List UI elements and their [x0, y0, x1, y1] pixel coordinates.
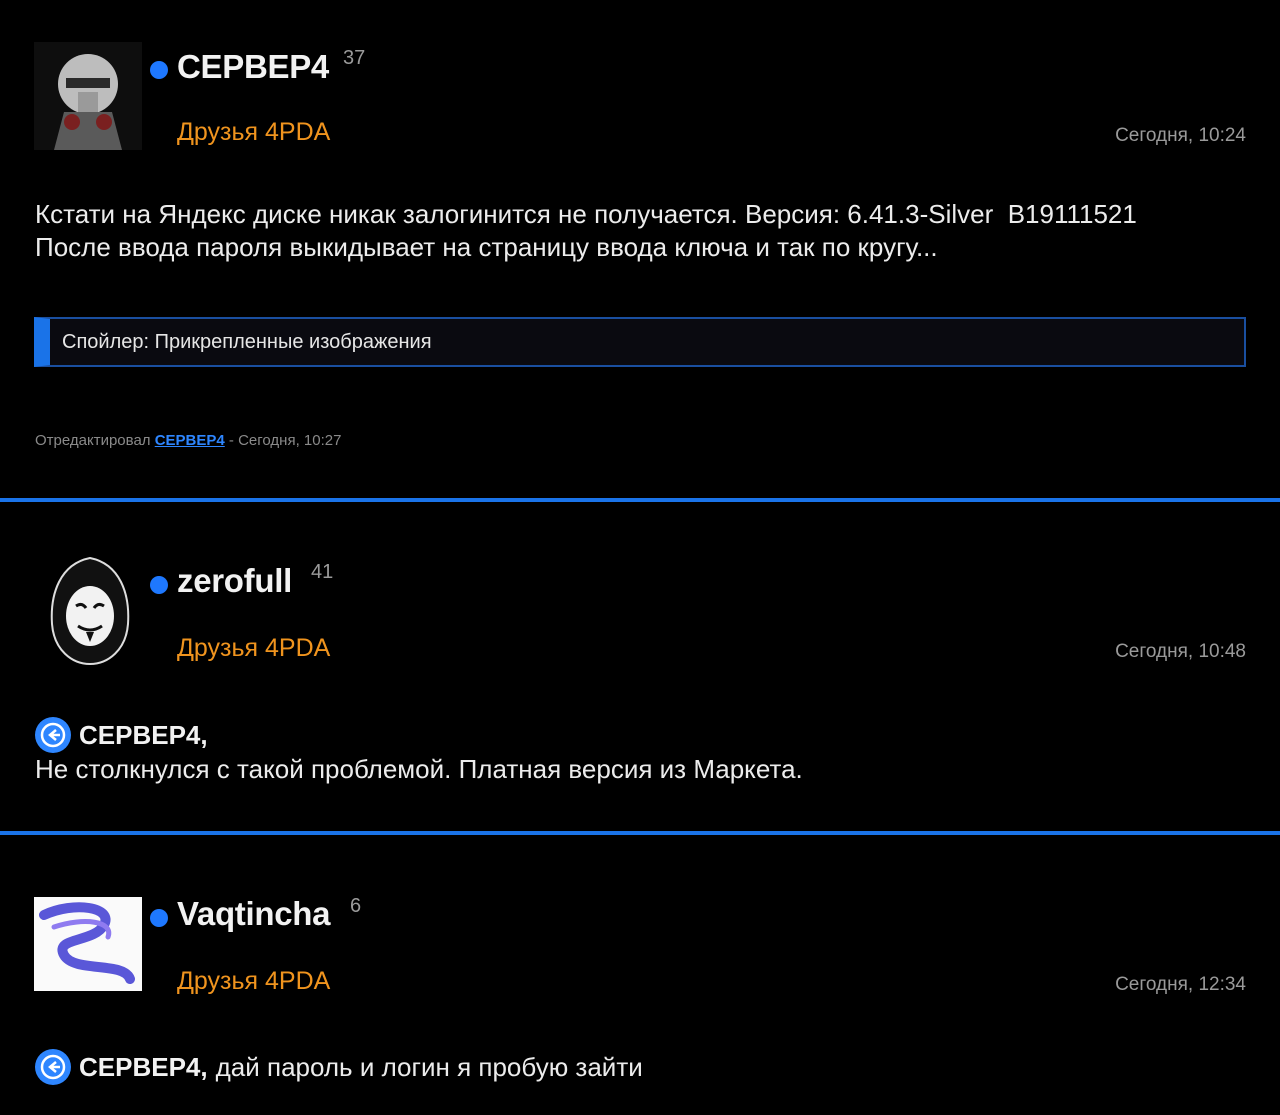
post-date: Сегодня, 10:24 — [1115, 125, 1246, 146]
reply-to-name[interactable]: СЕРВЕР4, — [79, 720, 208, 751]
reply-to-name[interactable]: СЕРВЕР4, — [79, 1052, 208, 1083]
post-date: Сегодня, 10:48 — [1115, 641, 1246, 662]
post-text: Не столкнулся с такой проблемой. Платная… — [35, 754, 803, 784]
anonymous-mask-avatar-icon — [50, 556, 130, 666]
spoiler-label: Спойлер: Прикрепленные изображения — [62, 331, 432, 353]
reply-mention[interactable]: СЕРВЕР4, — [35, 717, 208, 753]
author-name[interactable]: zerofull — [177, 562, 292, 600]
post-date: Сегодня, 12:34 — [1115, 974, 1246, 995]
avatar[interactable] — [34, 897, 142, 991]
author-name[interactable]: Vaqtincha — [177, 895, 330, 933]
post-text: Кстати на Яндекс диске никак залогинится… — [35, 199, 1137, 262]
author-name[interactable]: СЕРВЕР4 — [177, 48, 329, 86]
robot-helmet-avatar-icon — [34, 42, 142, 150]
edited-prefix: Отредактировал — [35, 432, 151, 449]
online-status-dot — [150, 576, 168, 594]
spoiler-toggle[interactable]: Спойлер: Прикрепленные изображения — [34, 317, 1246, 367]
reply-mention[interactable]: СЕРВЕР4, дай пароль и логин я пробую зай… — [35, 1049, 643, 1085]
post: Vaqtincha 6 Друзья 4PDA Сегодня, 12:34 С… — [0, 835, 1280, 1115]
purple-swirl-avatar-icon — [34, 897, 142, 991]
topic-page: СЕРВЕР4 37 Друзья 4PDA Сегодня, 10:24 Кс… — [0, 0, 1280, 1115]
online-status-dot — [150, 61, 168, 79]
reply-arrow-icon — [35, 717, 71, 753]
post-text: дай пароль и логин я пробую зайти — [215, 1051, 643, 1082]
user-group: Друзья 4PDA — [177, 967, 331, 995]
user-group: Друзья 4PDA — [177, 118, 331, 146]
reputation-count[interactable]: 41 — [311, 561, 333, 584]
reputation-count[interactable]: 37 — [343, 47, 365, 70]
avatar[interactable] — [46, 554, 134, 666]
avatar[interactable] — [34, 42, 142, 150]
edited-note: Отредактировал СЕРВЕР4 - Сегодня, 10:27 — [35, 432, 341, 449]
reply-arrow-icon — [35, 1049, 71, 1085]
post: СЕРВЕР4 37 Друзья 4PDA Сегодня, 10:24 Кс… — [0, 0, 1280, 498]
edited-suffix: - Сегодня, 10:27 — [228, 432, 342, 449]
edited-by-link[interactable]: СЕРВЕР4 — [155, 432, 225, 449]
online-status-dot — [150, 909, 168, 927]
user-group: Друзья 4PDA — [177, 634, 331, 662]
post: zerofull 41 Друзья 4PDA Сегодня, 10:48 С… — [0, 502, 1280, 831]
reputation-count[interactable]: 6 — [350, 895, 361, 918]
